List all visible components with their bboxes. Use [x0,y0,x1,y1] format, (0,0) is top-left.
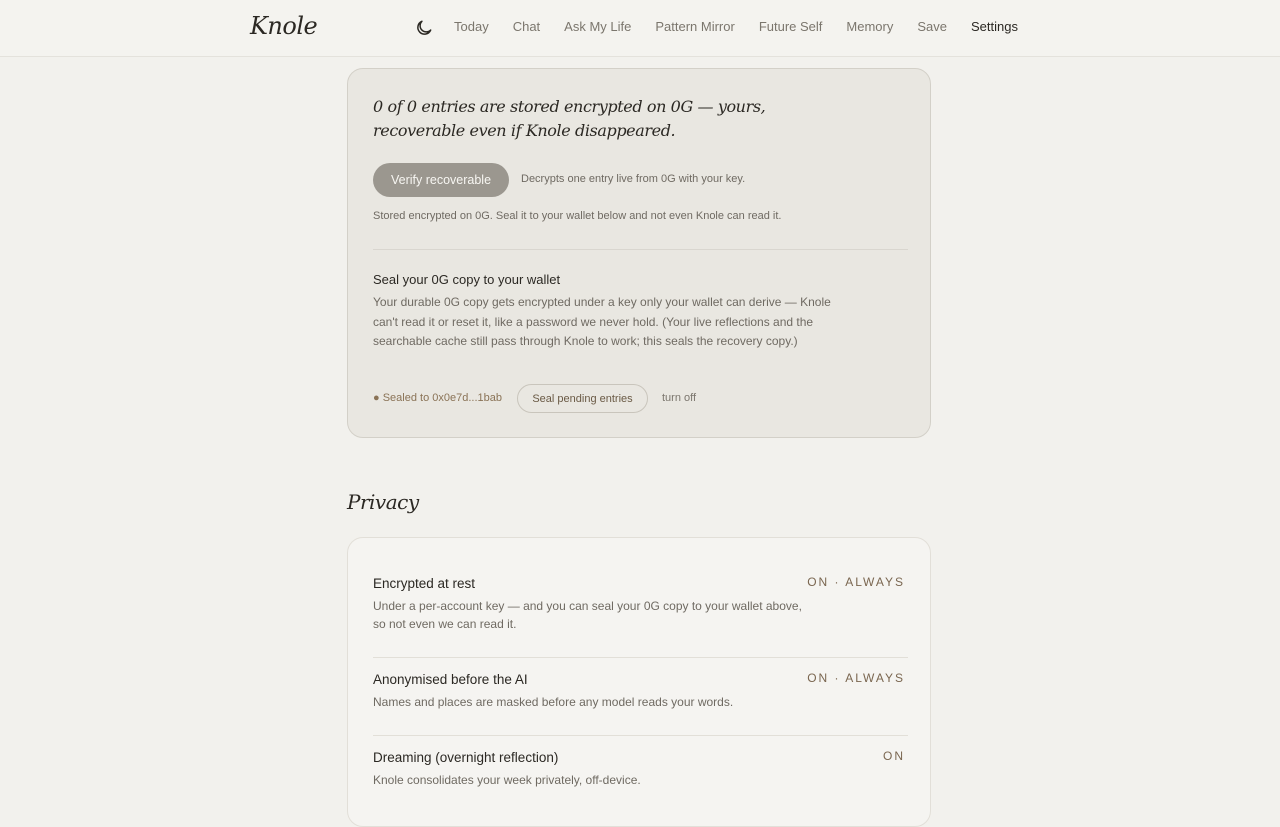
storage-card: 0 of 0 entries are stored encrypted on 0… [347,68,931,438]
privacy-row-status: ON · ALWAYS [807,575,905,589]
storage-headline: 0 of 0 entries are stored encrypted on 0… [373,97,766,140]
nav-memory[interactable]: Memory [846,19,893,34]
top-nav: Knole Today Chat Ask My Life Pattern Mir… [0,0,1280,57]
privacy-row-title: Dreaming (overnight reflection) [373,750,559,765]
nav-chat[interactable]: Chat [513,19,540,34]
moon-icon[interactable] [414,18,434,38]
nav-settings[interactable]: Settings [971,19,1018,34]
nav-save[interactable]: Save [917,19,947,34]
nav-pattern-mirror[interactable]: Pattern Mirror [655,19,734,34]
divider [373,735,908,736]
privacy-row-description: Names and places are masked before any m… [373,695,734,709]
privacy-row-description: Knole consolidates your week privately, … [373,773,641,787]
sealed-to-status: ● Sealed to 0x0e7d...1bab [373,392,502,404]
seal-pending-entries-button[interactable]: Seal pending entries [517,384,648,413]
nav-today[interactable]: Today [454,19,489,34]
privacy-row-status: ON [883,749,905,763]
stored-note: Stored encrypted on 0G. Seal it to your … [373,210,782,222]
nav-future-self[interactable]: Future Self [759,19,823,34]
divider [373,657,908,658]
privacy-section-title: Privacy [347,490,419,514]
verify-recoverable-button[interactable]: Verify recoverable [373,163,509,197]
privacy-row-description: Under a per-account key — and you can se… [373,599,802,631]
logo[interactable]: Knole [250,12,318,40]
verify-note: Decrypts one entry live from 0G with you… [521,173,746,185]
privacy-row-title: Encrypted at rest [373,576,476,591]
nav-ask-my-life[interactable]: Ask My Life [564,19,631,34]
divider [373,249,908,250]
privacy-row-status: ON · ALWAYS [807,671,905,685]
seal-description: Your durable 0G copy gets encrypted unde… [373,295,831,348]
nav-links: Today Chat Ask My Life Pattern Mirror Fu… [454,19,1042,34]
privacy-row-title: Anonymised before the AI [373,672,528,687]
turn-off-link[interactable]: turn off [662,392,696,404]
privacy-card: Encrypted at rest ON · ALWAYS Under a pe… [347,537,931,827]
seal-title: Seal your 0G copy to your wallet [373,272,561,287]
